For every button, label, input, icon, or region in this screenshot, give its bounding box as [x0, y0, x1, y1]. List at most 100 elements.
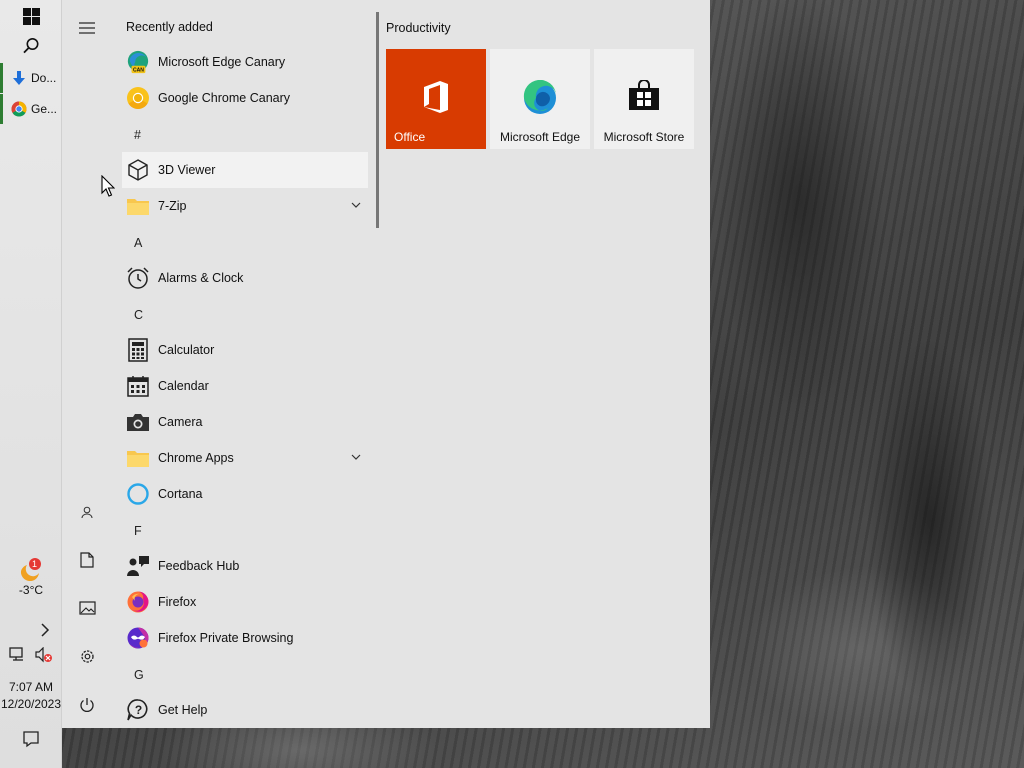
- clock-date[interactable]: 12/20/2023: [0, 697, 62, 711]
- recently-added-heading: Recently added: [126, 20, 213, 34]
- weather-badge: 1: [32, 559, 38, 569]
- weather-widget[interactable]: 1: [0, 556, 62, 584]
- moon-weather-icon: [20, 558, 41, 582]
- app-label: Alarms & Clock: [158, 271, 244, 285]
- gear-icon: [80, 649, 94, 663]
- section-letter-g[interactable]: G: [134, 668, 144, 682]
- cortana-icon: [126, 482, 150, 506]
- app-item-cortana[interactable]: Cortana: [122, 476, 368, 512]
- folder-icon: [126, 446, 150, 470]
- app-item-firefox-private-browsing[interactable]: Firefox Private Browsing: [122, 620, 368, 656]
- section-letter-c[interactable]: C: [134, 308, 143, 322]
- tile-group-title[interactable]: Productivity: [386, 21, 451, 35]
- tile-microsoft-edge[interactable]: Microsoft Edge: [490, 49, 590, 149]
- office-icon: [386, 80, 486, 114]
- tile-label: Microsoft Store: [603, 130, 685, 144]
- volume-muted-icon[interactable]: [35, 647, 53, 663]
- app-label: Microsoft Edge Canary: [158, 55, 286, 69]
- firefox-icon: [126, 590, 150, 614]
- account-button[interactable]: [62, 492, 112, 532]
- cube-icon: [126, 158, 150, 182]
- app-item-calendar[interactable]: Calendar: [122, 368, 368, 404]
- start-menu-rail: [62, 0, 112, 728]
- app-item-chrome-apps[interactable]: Chrome Apps: [122, 440, 368, 476]
- app-item-camera[interactable]: Camera: [122, 404, 368, 440]
- help-icon: ?: [126, 698, 150, 722]
- calculator-icon: [126, 338, 150, 362]
- app-label: Calculator: [158, 343, 215, 357]
- section-letter-hash[interactable]: #: [134, 128, 141, 142]
- folder-icon: [126, 194, 150, 218]
- chevron-down-icon[interactable]: [350, 451, 362, 463]
- action-center-button[interactable]: [0, 729, 62, 749]
- document-icon: [80, 552, 94, 568]
- chevron-right-icon: [41, 623, 50, 637]
- app-item-7-zip[interactable]: 7-Zip: [122, 188, 368, 224]
- calendar-icon: [126, 374, 150, 398]
- app-item-get-help[interactable]: ? Get Help: [122, 692, 368, 728]
- show-hidden-icons-button[interactable]: [0, 620, 62, 640]
- app-list: Recently added CAN Microsoft Edge Canary: [122, 0, 370, 728]
- taskbar-app-label: Ge...: [31, 102, 58, 116]
- app-label: Chrome Apps: [158, 451, 234, 465]
- power-button[interactable]: [62, 685, 112, 725]
- taskbar-app-label: Do...: [31, 71, 57, 85]
- app-item-3d-viewer[interactable]: 3D Viewer: [122, 152, 368, 188]
- search-icon: [23, 38, 39, 54]
- weather-temperature: -3°C: [18, 583, 44, 597]
- app-item-microsoft-edge-canary[interactable]: CAN Microsoft Edge Canary: [122, 44, 368, 80]
- app-label: Google Chrome Canary: [158, 91, 291, 105]
- app-label: Get Help: [158, 703, 208, 717]
- settings-button[interactable]: [62, 636, 112, 676]
- camera-icon: [126, 410, 150, 434]
- chrome-canary-icon: [126, 86, 150, 110]
- tile-label: Office: [394, 130, 426, 144]
- chrome-icon: [11, 101, 27, 117]
- search-button[interactable]: [0, 34, 62, 58]
- tile-microsoft-store[interactable]: Microsoft Store: [594, 49, 694, 149]
- windows-logo-icon: [22, 7, 40, 25]
- app-item-feedback-hub[interactable]: Feedback Hub: [122, 548, 368, 584]
- svg-text:?: ?: [135, 703, 142, 717]
- app-label: Cortana: [158, 487, 203, 501]
- app-item-firefox[interactable]: Firefox: [122, 584, 368, 620]
- download-arrow-icon: [13, 71, 25, 85]
- mouse-cursor-icon: [101, 175, 115, 197]
- tile-office[interactable]: Office: [386, 49, 486, 149]
- edge-canary-badge: CAN: [133, 68, 144, 74]
- power-icon: [80, 698, 94, 712]
- picture-icon: [78, 601, 96, 615]
- store-icon: [594, 80, 694, 112]
- start-button[interactable]: [0, 4, 62, 28]
- documents-button[interactable]: [62, 540, 112, 580]
- edge-canary-icon: CAN: [126, 50, 150, 74]
- notification-icon: [23, 731, 39, 748]
- app-label: Calendar: [158, 379, 209, 393]
- pictures-button[interactable]: [62, 588, 112, 628]
- app-label: Camera: [158, 415, 203, 429]
- tile-label: Microsoft Edge: [499, 130, 581, 144]
- app-label: 3D Viewer: [158, 163, 216, 177]
- taskbar-app-downloads[interactable]: Do...: [0, 63, 62, 93]
- app-label: Feedback Hub: [158, 559, 240, 573]
- app-label: Firefox Private Browsing: [158, 631, 294, 645]
- firefox-private-icon: [126, 626, 150, 650]
- system-tray: [0, 645, 62, 665]
- edge-icon: [490, 80, 590, 116]
- user-icon: [81, 506, 93, 518]
- app-item-google-chrome-canary[interactable]: Google Chrome Canary: [122, 80, 368, 116]
- app-item-alarms-clock[interactable]: Alarms & Clock: [122, 260, 368, 296]
- taskbar-app-chrome[interactable]: Ge...: [0, 94, 62, 124]
- alarm-clock-icon: [126, 266, 150, 290]
- app-label: Firefox: [158, 595, 197, 609]
- app-item-calculator[interactable]: Calculator: [122, 332, 368, 368]
- clock-time[interactable]: 7:07 AM: [0, 680, 62, 694]
- feedback-icon: [126, 554, 150, 578]
- app-list-scrollbar[interactable]: [376, 12, 379, 228]
- taskbar: Do... Ge... 1 -3°C 7:07 AM 12/20/2023: [0, 0, 62, 768]
- network-icon[interactable]: [9, 647, 27, 663]
- section-letter-a[interactable]: A: [134, 236, 142, 250]
- expand-menu-button[interactable]: [62, 8, 112, 48]
- chevron-down-icon[interactable]: [350, 199, 362, 211]
- section-letter-f[interactable]: F: [134, 524, 142, 538]
